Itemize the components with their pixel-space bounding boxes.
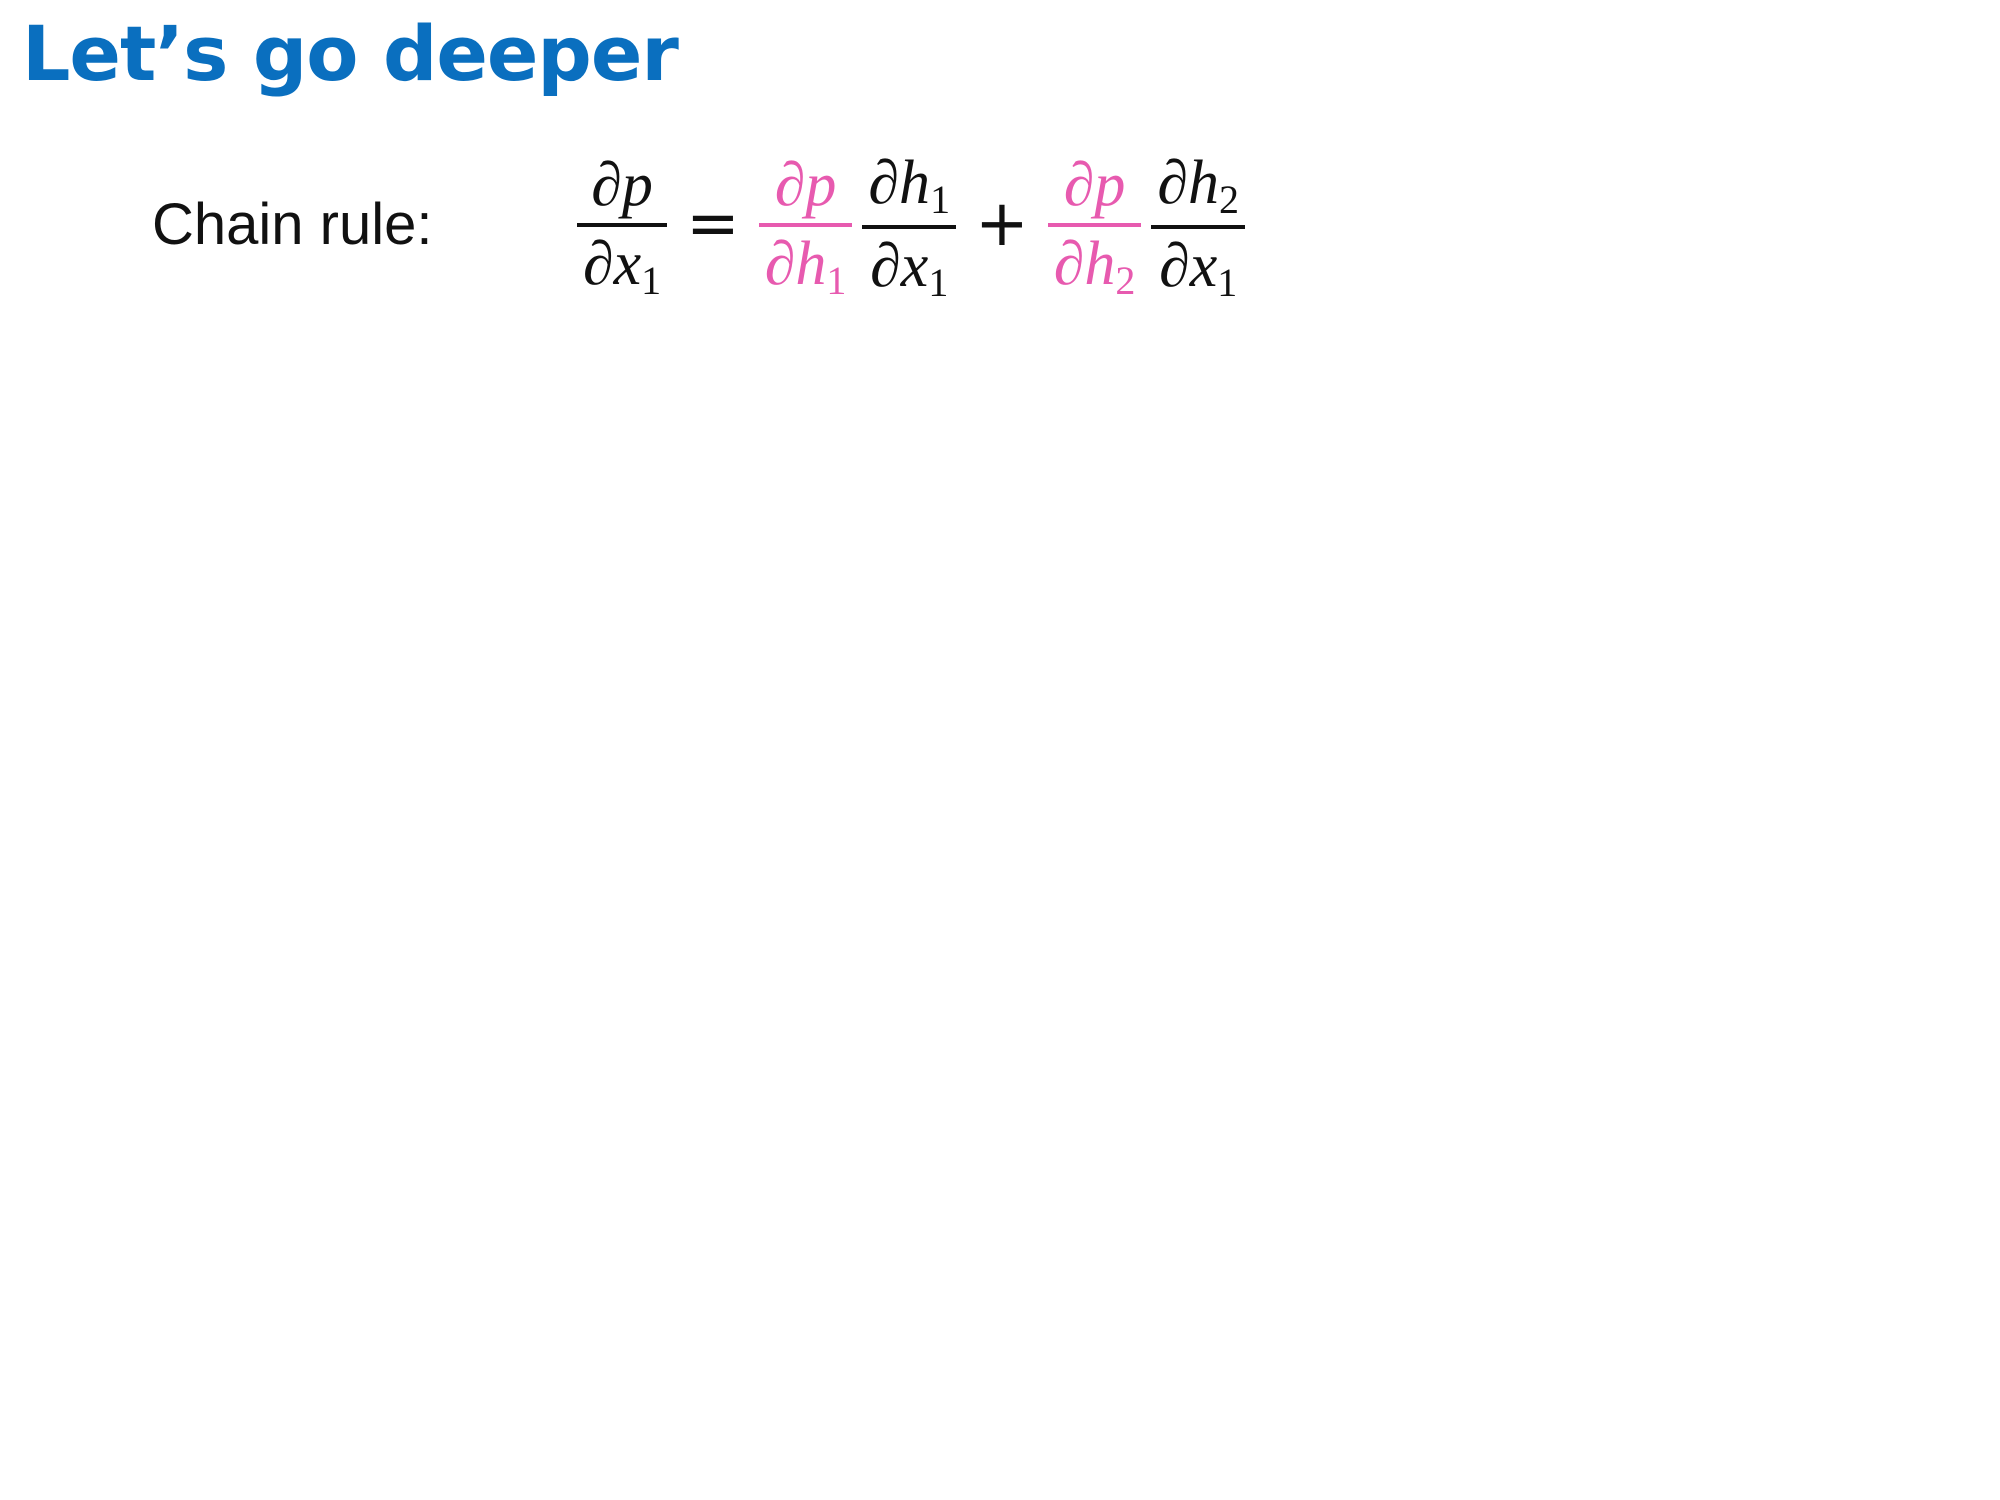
term2-outer-denominator: ∂h2 xyxy=(1048,227,1142,304)
slide-title: Let’s go deeper xyxy=(22,9,679,98)
term1-outer-denominator-subscript: 1 xyxy=(826,258,847,304)
equals-sign: = xyxy=(686,187,740,262)
term2-inner-denominator-subscript: 1 xyxy=(1217,260,1238,306)
chain-rule-equation: ∂p ∂x1 = ∂p ∂h1 ∂h1 ∂x1 + ∂p ∂h2 ∂h2 ∂x1 xyxy=(572,150,1250,304)
term2-outer-denominator-base: ∂h xyxy=(1053,230,1116,299)
term2-outer-denominator-subscript: 2 xyxy=(1115,258,1136,304)
term1-inner-numerator-subscript: 1 xyxy=(930,177,951,222)
term1-outer-fraction: ∂p ∂h1 xyxy=(757,152,855,302)
term2-inner-fraction: ∂h2 ∂x1 xyxy=(1149,150,1247,304)
term1-inner-denominator: ∂x1 xyxy=(862,229,956,306)
term1-inner-fraction: ∂h1 ∂x1 xyxy=(860,150,958,304)
lhs-denominator: ∂x1 xyxy=(577,227,667,304)
term2-inner-numerator-subscript: 2 xyxy=(1218,177,1239,222)
term2-inner-numerator-base: ∂h xyxy=(1157,149,1219,217)
term2-inner-numerator: ∂h2 xyxy=(1151,150,1245,225)
term1-outer-denominator: ∂h1 xyxy=(759,227,853,304)
lhs-denominator-base: ∂x xyxy=(583,230,642,299)
term2-outer-fraction: ∂p ∂h2 xyxy=(1046,152,1144,302)
term1-outer-denominator-base: ∂h xyxy=(764,230,827,299)
chain-rule-label: Chain rule: xyxy=(152,192,433,257)
term1-inner-numerator: ∂h1 xyxy=(862,150,956,225)
term2-inner-denominator-base: ∂x xyxy=(1159,232,1218,301)
plus-sign: + xyxy=(975,187,1029,262)
term1-inner-denominator-base: ∂x xyxy=(870,232,929,301)
term1-inner-denominator-subscript: 1 xyxy=(928,260,949,306)
lhs-denominator-subscript: 1 xyxy=(641,258,662,304)
lhs-fraction: ∂p ∂x1 xyxy=(575,152,669,302)
term2-outer-numerator: ∂p xyxy=(1063,151,1126,220)
term1-inner-numerator-base: ∂h xyxy=(868,149,931,217)
lhs-numerator: ∂p xyxy=(591,151,653,220)
term2-inner-denominator: ∂x1 xyxy=(1151,229,1245,306)
term1-outer-numerator: ∂p xyxy=(774,151,837,220)
